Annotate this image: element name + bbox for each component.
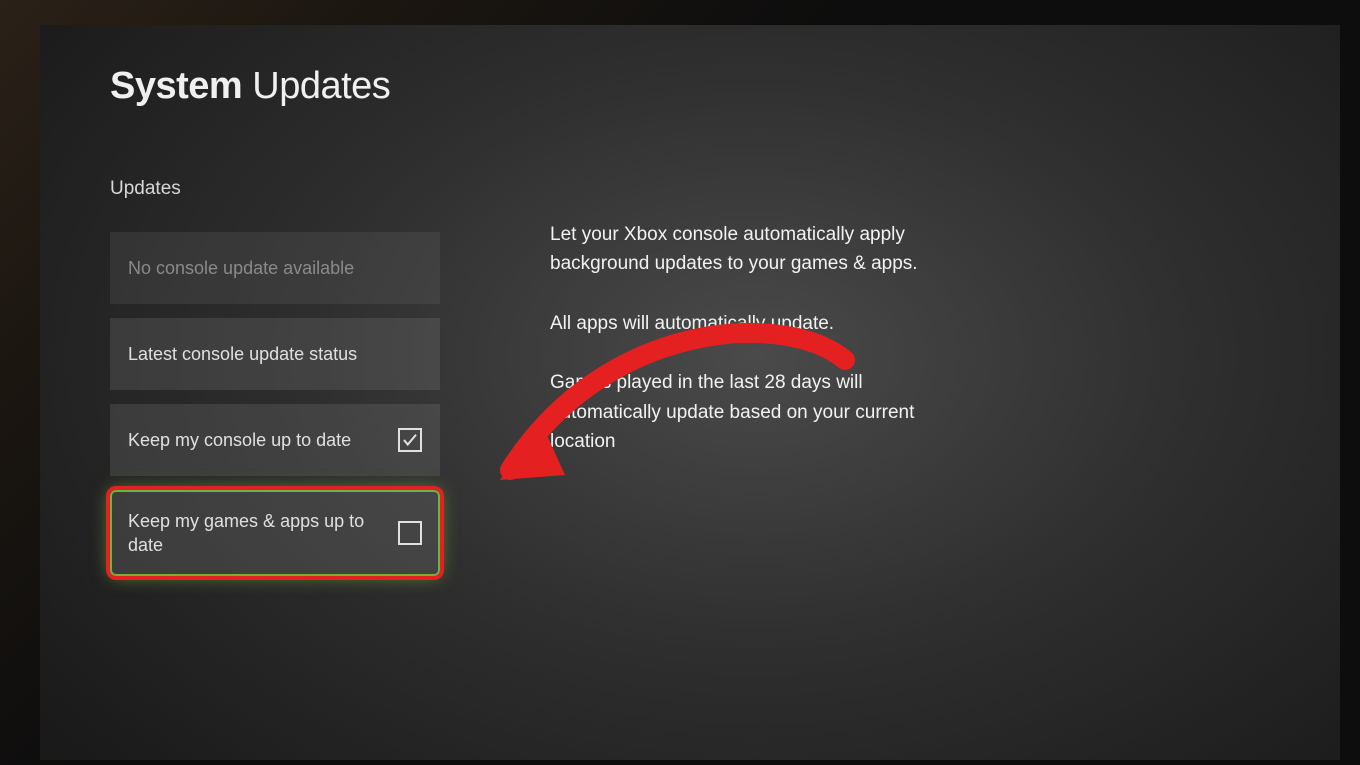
latest-console-update-status-tile[interactable]: Latest console update status: [110, 318, 440, 390]
right-column: Let your Xbox console automatically appl…: [550, 178, 970, 576]
keep-games-apps-up-to-date-tile[interactable]: Keep my games & apps up to date: [110, 490, 440, 576]
tile-label: Latest console update status: [128, 342, 357, 366]
no-console-update-tile: No console update available: [110, 232, 440, 304]
info-paragraph-1: Let your Xbox console automatically appl…: [550, 220, 970, 279]
left-column: Updates No console update available Late…: [110, 178, 440, 576]
page-title-rest: Updates: [252, 65, 390, 107]
checkbox-checked-icon: [398, 428, 422, 452]
tile-label: No console update available: [128, 256, 354, 280]
settings-screen: System Updates Updates No console update…: [40, 25, 1340, 760]
tile-label: Keep my games & apps up to date: [128, 509, 368, 558]
section-label: Updates: [110, 178, 440, 200]
checkbox-unchecked-icon: [398, 521, 422, 545]
content-row: Updates No console update available Late…: [110, 178, 1270, 576]
info-paragraph-2: All apps will automatically update.: [550, 309, 970, 338]
keep-console-up-to-date-tile[interactable]: Keep my console up to date: [110, 404, 440, 476]
tile-label: Keep my console up to date: [128, 428, 351, 452]
page-title: System Updates: [110, 65, 1270, 108]
info-paragraph-3: Games played in the last 28 days will au…: [550, 368, 970, 456]
page-title-bold: System: [110, 65, 242, 107]
